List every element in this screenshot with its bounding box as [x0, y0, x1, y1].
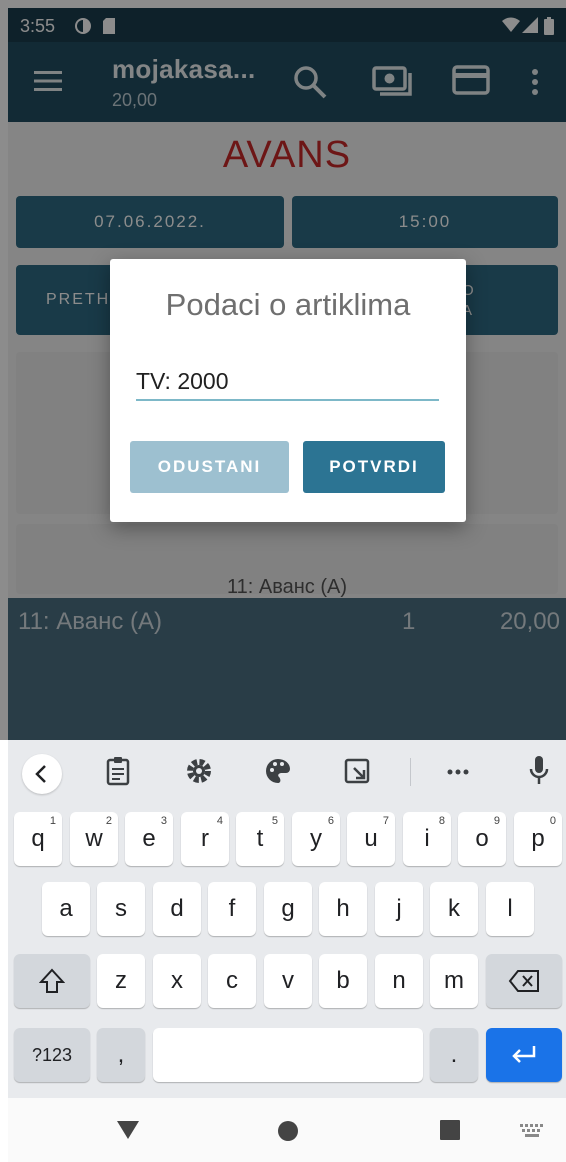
key-v[interactable]: v — [264, 954, 312, 1008]
key-k[interactable]: k — [430, 882, 478, 936]
key-b[interactable]: b — [319, 954, 367, 1008]
key-label: t — [256, 825, 264, 852]
shift-icon — [38, 968, 66, 993]
settings-icon[interactable] — [186, 758, 212, 784]
key-label: u — [364, 825, 378, 852]
key-o[interactable]: o9 — [458, 812, 506, 866]
key-w[interactable]: w2 — [70, 812, 118, 866]
key-z[interactable]: z — [97, 954, 145, 1008]
screen: 3:55 mojakasa... 20,00 AVANS 07.06.2022.… — [0, 0, 566, 1162]
key-x[interactable]: x — [153, 954, 201, 1008]
ellipsis-icon[interactable] — [446, 768, 470, 776]
key-p[interactable]: p0 — [514, 812, 562, 866]
confirm-button[interactable]: POTVRDI — [303, 441, 445, 493]
key-i[interactable]: i8 — [403, 812, 451, 866]
key-label: e — [142, 825, 156, 852]
nav-home-icon[interactable] — [277, 1120, 299, 1142]
key-label: o — [475, 825, 489, 852]
backspace-key[interactable] — [486, 954, 562, 1008]
key-f[interactable]: f — [208, 882, 256, 936]
key-h[interactable]: h — [319, 882, 367, 936]
microphone-icon[interactable] — [528, 754, 550, 786]
key-hint: 5 — [271, 815, 278, 827]
resize-icon[interactable] — [344, 758, 370, 784]
key-s[interactable]: s — [97, 882, 145, 936]
key-hint: 2 — [105, 815, 112, 827]
key-hint: 6 — [327, 815, 334, 827]
key-label: q — [31, 825, 45, 852]
key-label: i — [424, 825, 430, 852]
enter-icon — [512, 1046, 536, 1063]
key-u[interactable]: u7 — [347, 812, 395, 866]
key-d[interactable]: d — [153, 882, 201, 936]
system-nav-bar — [8, 1098, 566, 1162]
key-n[interactable]: n — [375, 954, 423, 1008]
key-l[interactable]: l — [486, 882, 534, 936]
key-hint: 0 — [549, 815, 556, 827]
key-hint: 1 — [49, 815, 56, 827]
key-r[interactable]: r4 — [181, 812, 229, 866]
key-label: p — [531, 825, 545, 852]
comma-key[interactable]: , — [97, 1028, 145, 1082]
key-hint: 4 — [216, 815, 223, 827]
key-q[interactable]: q1 — [14, 812, 62, 866]
clipboard-icon[interactable] — [106, 756, 130, 786]
key-hint: 3 — [160, 815, 167, 827]
soft-keyboard: q1 w2 e3 r4 t5 y6 u7 i8 o9 p0 a s d f g … — [8, 740, 566, 1098]
key-hint: 9 — [493, 815, 500, 827]
nav-back-icon[interactable] — [116, 1120, 140, 1140]
space-key[interactable] — [153, 1028, 423, 1082]
palette-icon[interactable] — [264, 757, 292, 785]
key-a[interactable]: a — [42, 882, 90, 936]
key-label: w — [85, 825, 103, 852]
key-m[interactable]: m — [430, 954, 478, 1008]
key-c[interactable]: c — [208, 954, 256, 1008]
key-label: y — [310, 825, 322, 852]
symbols-key[interactable]: ?123 — [14, 1028, 90, 1082]
item-info-input[interactable] — [136, 363, 439, 401]
dialog-title: Podaci o artiklima — [165, 287, 411, 322]
backspace-icon — [508, 970, 539, 992]
key-hint: 7 — [382, 815, 389, 827]
item-info-dialog: Podaci o artiklima ODUSTANI POTVRDI — [110, 259, 466, 522]
cancel-button[interactable]: ODUSTANI — [130, 441, 289, 493]
nav-recents-icon[interactable] — [440, 1120, 460, 1140]
key-y[interactable]: y6 — [292, 812, 340, 866]
keyboard-back-button[interactable] — [22, 754, 62, 794]
key-t[interactable]: t5 — [236, 812, 284, 866]
enter-key[interactable] — [486, 1028, 562, 1082]
keyboard-switch-icon[interactable] — [520, 1124, 544, 1138]
toolbar-divider — [410, 758, 411, 786]
period-key[interactable]: . — [430, 1028, 478, 1082]
shift-key[interactable] — [14, 954, 90, 1008]
keyboard-back-icon — [35, 765, 46, 783]
key-label: r — [201, 825, 209, 852]
key-g[interactable]: g — [264, 882, 312, 936]
key-j[interactable]: j — [375, 882, 423, 936]
key-e[interactable]: e3 — [125, 812, 173, 866]
key-hint: 8 — [438, 815, 445, 827]
